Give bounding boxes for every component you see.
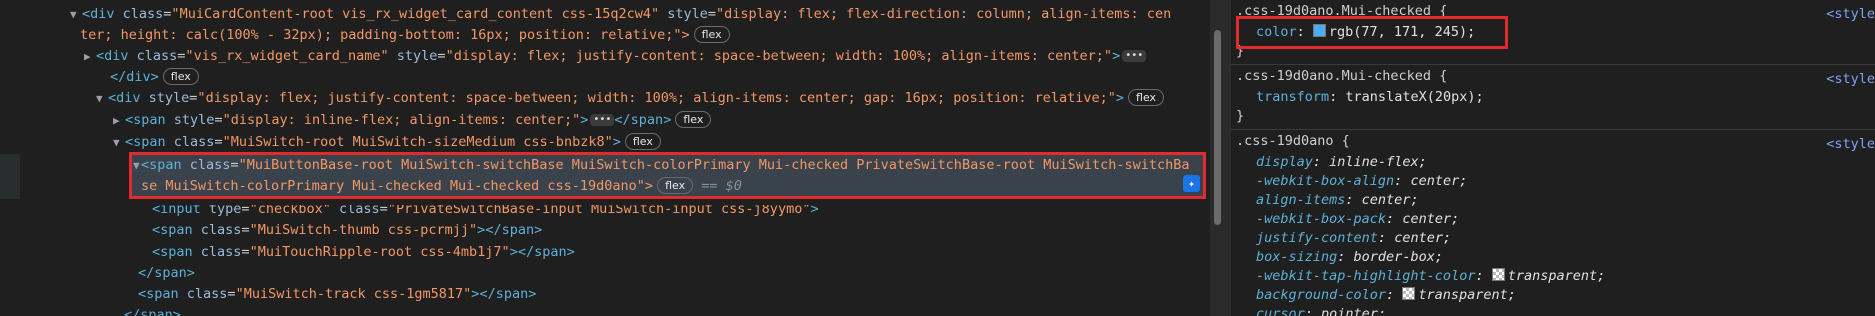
dom-node-card-name[interactable]: ▶ <div class="vis_rx_widget_card_name" st… <box>84 46 1147 67</box>
highlight-box-selected-node <box>129 152 1206 199</box>
expand-triangle-icon[interactable]: ▼ <box>70 4 82 25</box>
dom-node-continuation: ter; height: calc(100% - 32px); padding-… <box>80 25 730 46</box>
declaration-webkit-box-pack[interactable]: -webkit-box-pack: center; <box>1256 210 1459 229</box>
declaration-cursor[interactable]: cursor: pointer; <box>1256 305 1386 316</box>
transparent-swatch-icon[interactable] <box>1491 268 1505 281</box>
rule-separator <box>1231 64 1875 65</box>
dom-node-close-span[interactable]: </span> <box>124 305 181 316</box>
ellipsis-icon[interactable]: ••• <box>590 114 615 126</box>
dom-node-input[interactable]: <input type="checkbox" class="PrivateSwi… <box>152 205 819 220</box>
declaration-background-color[interactable]: background-color: transparent; <box>1256 286 1516 305</box>
flex-badge[interactable]: flex <box>624 133 661 150</box>
highlight-box-color-rule <box>1236 16 1508 49</box>
rule-separator <box>1231 129 1875 130</box>
declaration-transform[interactable]: transform: translateX(20px); <box>1256 88 1484 107</box>
dom-node-track[interactable]: <span class="MuiSwitch-track css-1gm5817… <box>138 284 536 305</box>
declaration-webkit-box-align[interactable]: -webkit-box-align: center; <box>1256 172 1467 191</box>
dom-node-flex-row[interactable]: ▼ <div style="display: flex; justify-cont… <box>96 88 1165 109</box>
elements-scrollbar[interactable] <box>1214 30 1221 225</box>
dom-node-thumb[interactable]: <span class="MuiSwitch-thumb css-pcrmjj"… <box>152 220 542 241</box>
rule-selector[interactable]: .css-19d0ano.Mui-checked { <box>1236 67 1447 86</box>
collapsed-triangle-icon[interactable]: ▶ <box>113 110 125 131</box>
transparent-swatch-icon[interactable] <box>1402 287 1416 300</box>
dom-node-switch-root[interactable]: ▼ <span class="MuiSwitch-root MuiSwitch-s… <box>113 132 661 153</box>
declaration-tap-highlight-color[interactable]: -webkit-tap-highlight-color: transparent… <box>1256 267 1605 286</box>
declaration-align-items[interactable]: align-items: center; <box>1256 191 1419 210</box>
selection-gutter <box>0 154 20 199</box>
expand-triangle-icon[interactable]: ▼ <box>113 132 125 153</box>
flex-badge[interactable]: flex <box>1128 89 1165 106</box>
rule-source-link[interactable]: <style <box>1826 70 1875 89</box>
flex-badge[interactable]: flex <box>162 68 199 85</box>
dom-node-ripple[interactable]: <span class="MuiTouchRipple-root css-4mb… <box>152 242 575 263</box>
rule-source-link[interactable]: <style <box>1826 5 1875 24</box>
collapsed-triangle-icon[interactable]: ▶ <box>84 46 96 67</box>
declaration-display[interactable]: display: inline-flex; <box>1256 153 1427 172</box>
flex-badge[interactable]: flex <box>693 26 730 43</box>
expand-triangle-icon[interactable]: ▼ <box>96 88 108 109</box>
dom-node-inline-span[interactable]: ▶ <span style="display: inline-flex; alig… <box>113 110 712 131</box>
elements-panel[interactable]: ▼ <div class="MuiCardContent-root vis_rx_… <box>0 0 1210 316</box>
dom-node-close-div[interactable]: </div> flex <box>110 67 199 88</box>
ellipsis-icon[interactable]: ••• <box>1122 50 1147 62</box>
declaration-justify-content[interactable]: justify-content: center; <box>1256 229 1451 248</box>
rule-close: } <box>1236 108 1245 124</box>
rule-selector[interactable]: .css-19d0ano { <box>1236 132 1350 151</box>
dom-node-close-span[interactable]: </span> <box>138 263 195 284</box>
dom-node-card-content[interactable]: ▼ <div class="MuiCardContent-root vis_rx_… <box>70 4 1171 25</box>
rule-source-link[interactable]: <style <box>1826 135 1875 154</box>
flex-badge[interactable]: flex <box>675 111 712 128</box>
declaration-box-sizing[interactable]: box-sizing: border-box; <box>1256 248 1443 267</box>
